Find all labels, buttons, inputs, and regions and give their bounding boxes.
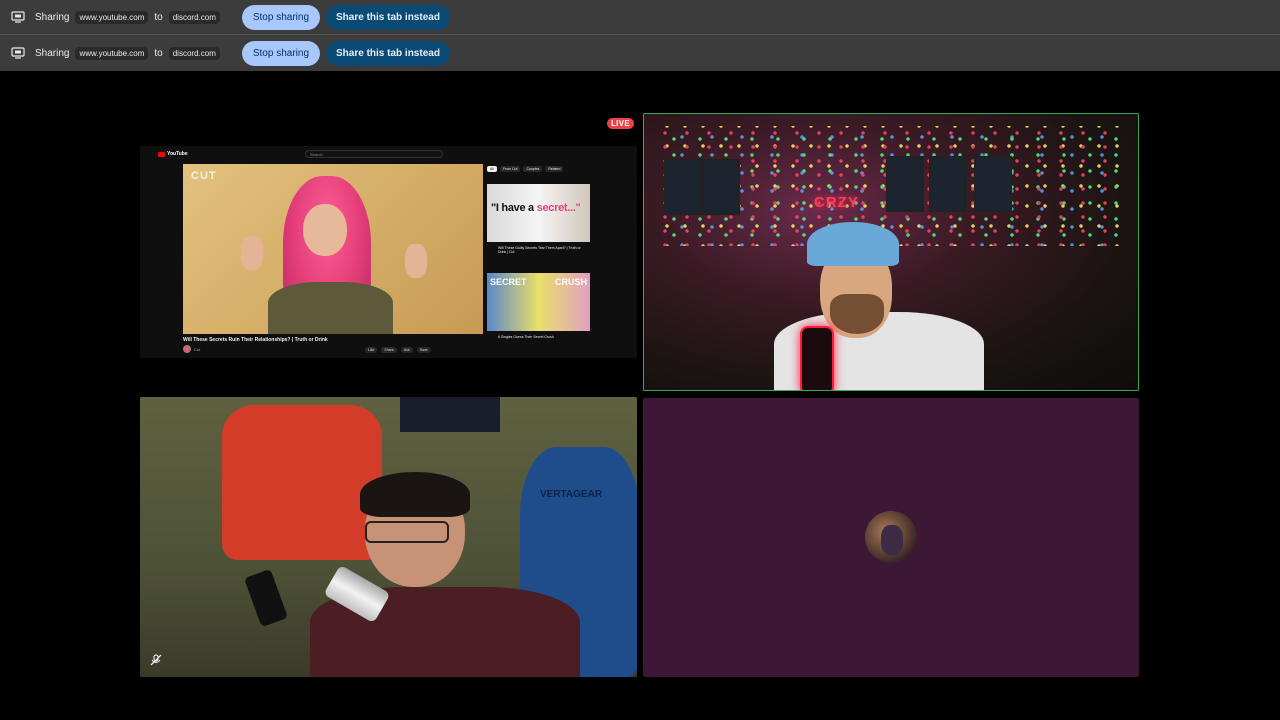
sidebar-thumbnail: "I have a secret..." (487, 184, 590, 242)
hanging-jacket (222, 405, 382, 560)
participant-video-tile[interactable]: VERTAGEAR (140, 397, 637, 677)
video-person-body (268, 282, 393, 334)
wall-poster (929, 156, 967, 212)
microphone (800, 326, 834, 390)
youtube-logo: YouTube (158, 151, 188, 157)
video-title: Will These Secrets Ruin Their Relationsh… (183, 337, 328, 343)
video-overlay-text: CUT (191, 170, 217, 182)
wall-poster (974, 156, 1012, 212)
thumbnail-text-accent: secret..." (536, 202, 581, 214)
chip-from-cut: From Cut (499, 166, 521, 172)
source-domain: www.youtube.com (75, 10, 149, 24)
wall-poster (664, 159, 702, 215)
avatar-figure (881, 525, 903, 555)
sidebar-video-title: 6 Singles Guess Their Secret Crush (498, 335, 554, 339)
sidebar-video-title: Will These Guilty Secrets Tear Them Apar… (498, 246, 581, 254)
share-this-tab-button[interactable]: Share this tab instead (326, 40, 450, 66)
ask-action: Ask (400, 347, 413, 353)
person-cap (807, 222, 899, 266)
share-action: Share (381, 347, 397, 353)
muted-mic-icon (149, 653, 163, 667)
live-badge: LIVE (607, 118, 634, 129)
video-player: CUT (183, 164, 483, 334)
participant-video-tile[interactable]: CRZY (643, 113, 1139, 391)
youtube-play-icon (158, 151, 165, 157)
sidebar-thumbnail: SECRET CRUSH (487, 273, 590, 331)
screen-share-icon (11, 47, 25, 59)
to-label: to (154, 47, 163, 59)
channel-name: Cut (194, 346, 201, 352)
to-label: to (154, 11, 163, 23)
chair-brand: VERTAGEAR (540, 489, 603, 500)
screen-share-tile[interactable]: YouTube Search CUT Will These Secrets Ru… (140, 146, 637, 358)
person-hair (360, 472, 470, 517)
sharing-bar: Sharing www.youtube.com to discord.com S… (0, 35, 1280, 71)
like-action: Like (365, 347, 378, 353)
thumbnail-text: "I have a (491, 202, 537, 214)
wall-poster (886, 156, 924, 212)
video-person-hand (405, 244, 427, 278)
person-beard (830, 294, 884, 334)
stop-sharing-button[interactable]: Stop sharing (241, 40, 321, 66)
video-person-face (303, 204, 347, 256)
avatar (865, 511, 917, 563)
chip-related: Related (545, 166, 564, 172)
channel-row: Cut (183, 345, 200, 353)
participant-avatar-tile[interactable] (643, 398, 1139, 677)
chip-all: All (487, 166, 497, 172)
video-person-hand (241, 236, 263, 270)
save-action: Save (416, 347, 431, 353)
source-domain: www.youtube.com (75, 46, 149, 60)
thumbnail-text: SECRET (490, 277, 527, 287)
screen-share-icon (11, 11, 25, 23)
share-this-tab-button[interactable]: Share this tab instead (326, 4, 450, 30)
wall-poster (400, 397, 500, 432)
sharing-label: Sharing (35, 47, 70, 59)
target-domain: discord.com (168, 46, 220, 60)
video-actions: Like Share Ask Save (365, 347, 431, 353)
filter-chips: All From Cut Couples Related (487, 166, 564, 172)
wall-poster (702, 159, 740, 215)
sharing-label: Sharing (35, 11, 70, 23)
chip-couples: Couples (523, 166, 543, 172)
sharing-bar: Sharing www.youtube.com to discord.com S… (0, 0, 1280, 35)
neon-sign: CRZY (814, 194, 859, 211)
stop-sharing-button[interactable]: Stop sharing (241, 4, 321, 30)
thumbnail-text: CRUSH (554, 277, 587, 287)
target-domain: discord.com (168, 10, 220, 24)
youtube-search-input: Search (305, 150, 443, 158)
channel-avatar (183, 345, 191, 353)
person-glasses (365, 521, 449, 543)
